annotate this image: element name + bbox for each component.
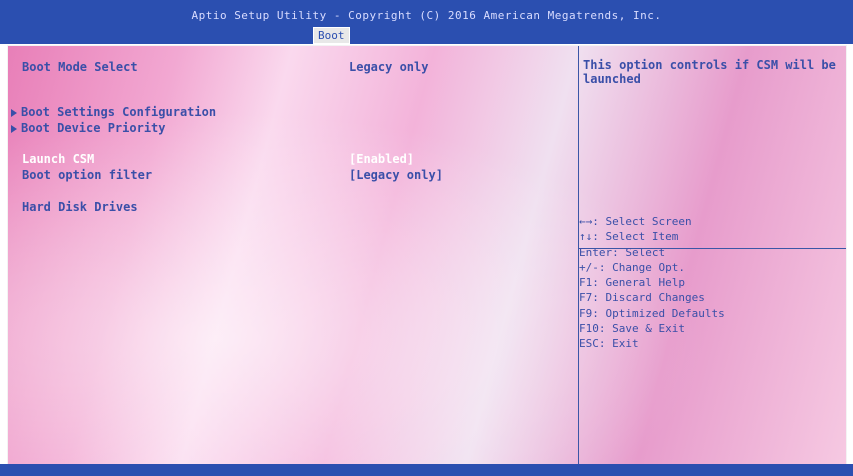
key-esc-exit: ESC: Exit: [579, 337, 639, 351]
help-description: This option controls if CSM will be laun…: [583, 58, 836, 86]
key-select-item: ↑↓: Select Item: [579, 230, 679, 244]
boot-settings-configuration-label: Boot Settings Configuration: [21, 105, 217, 119]
boot-settings-configuration-item[interactable]: Boot Settings Configuration: [11, 105, 216, 119]
boot-option-filter-label[interactable]: Boot option filter: [22, 168, 152, 182]
bios-screen: Aptio Setup Utility - Copyright (C) 2016…: [0, 0, 853, 476]
submenu-arrow-icon: [11, 108, 17, 117]
key-general-help: F1: General Help: [579, 276, 685, 290]
boot-device-priority-label: Boot Device Priority: [21, 121, 166, 135]
window-title: Aptio Setup Utility - Copyright (C) 2016…: [191, 9, 662, 22]
tab-boot[interactable]: Boot: [313, 27, 350, 44]
footer-bar: [0, 464, 853, 476]
key-change-opt: +/-: Change Opt.: [579, 260, 685, 274]
launch-csm-value[interactable]: [Enabled]: [349, 152, 414, 166]
key-enter-select: Enter: Select: [579, 245, 666, 259]
boot-mode-select-label: Boot Mode Select: [22, 60, 138, 74]
key-discard-changes: F7: Discard Changes: [579, 291, 705, 305]
header-bar: Aptio Setup Utility - Copyright (C) 2016…: [0, 0, 853, 44]
hard-disk-drives-label: Hard Disk Drives: [22, 200, 138, 214]
boot-option-filter-value[interactable]: [Legacy only]: [349, 168, 443, 182]
boot-mode-select-value: Legacy only: [349, 60, 429, 74]
key-save-exit: F10: Save & Exit: [579, 322, 685, 336]
key-legend: ←→: Select Screen ↑↓: Select Item Enter:…: [579, 214, 725, 352]
boot-device-priority-item[interactable]: Boot Device Priority: [11, 121, 166, 135]
key-optimized-defaults: F9: Optimized Defaults: [579, 306, 725, 320]
submenu-arrow-icon: [11, 124, 17, 133]
launch-csm-label[interactable]: Launch CSM: [22, 152, 94, 166]
key-select-screen: ←→: Select Screen: [579, 215, 692, 228]
